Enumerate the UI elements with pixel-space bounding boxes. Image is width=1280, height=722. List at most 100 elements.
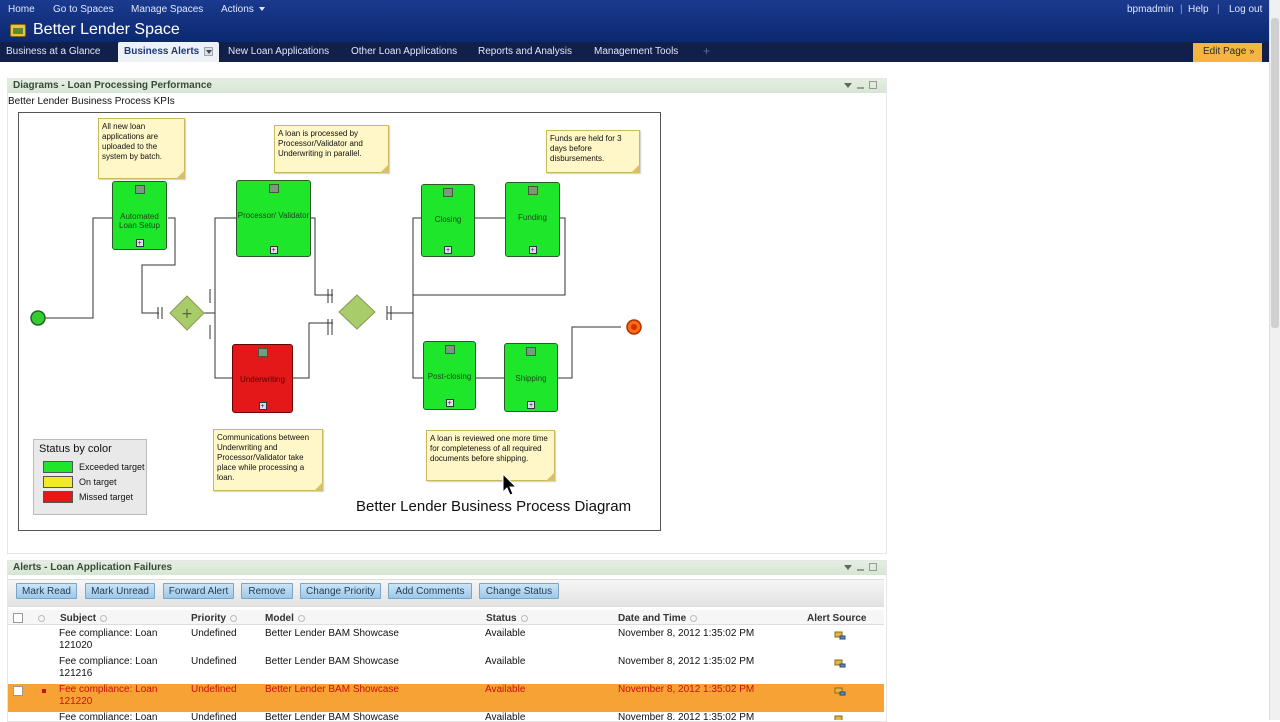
- sort-icon: [520, 614, 528, 622]
- tab-business-at-a-glance[interactable]: Business at a Glance: [0, 42, 107, 62]
- alert-source-column-header[interactable]: Alert Source: [807, 613, 866, 624]
- subject-cell[interactable]: Fee compliance: Loan 121216: [59, 656, 157, 680]
- select-all-checkbox[interactable]: [13, 613, 23, 623]
- task-underwriting[interactable]: Underwriting +: [232, 344, 293, 413]
- table-row-selected[interactable]: Fee compliance: Loan 121220 Undefined Bet…: [8, 684, 884, 712]
- alert-source-icon[interactable]: [834, 714, 846, 720]
- annotation-note: Funds are held for 3 days before disburs…: [546, 130, 640, 173]
- mark-read-button[interactable]: Mark Read: [16, 583, 77, 599]
- task-closing[interactable]: Closing +: [421, 184, 475, 257]
- expand-subprocess-icon[interactable]: +: [445, 399, 454, 407]
- subject-line: 121216: [59, 668, 93, 679]
- task-funding[interactable]: Funding +: [505, 182, 560, 257]
- alert-source-icon[interactable]: [834, 658, 846, 668]
- expand-subprocess-icon[interactable]: +: [527, 401, 535, 409]
- nav-actions-menu[interactable]: Actions: [221, 4, 265, 15]
- portlet-menu-icon[interactable]: [844, 83, 852, 88]
- tab-management-tools[interactable]: Management Tools: [588, 42, 684, 62]
- annotation-note: Communications between Underwriting and …: [213, 429, 323, 491]
- date-cell: November 8, 2012 1:35:02 PM: [618, 656, 755, 667]
- task-shipping[interactable]: Shipping +: [504, 343, 558, 412]
- task-label: Automated Loan Setup: [119, 212, 160, 230]
- forward-alert-button[interactable]: Forward Alert: [163, 583, 234, 599]
- table-row[interactable]: Fee compliance: Loan Undefined Better Le…: [8, 712, 884, 720]
- tab-new-loan-applications[interactable]: New Loan Applications: [222, 42, 335, 62]
- subject-cell[interactable]: Fee compliance: Loan 121220: [59, 684, 157, 708]
- task-label: Post-closing: [427, 372, 472, 381]
- task-label: Shipping: [515, 374, 547, 383]
- portlet-title: Diagrams - Loan Processing Performance: [13, 80, 212, 91]
- space-title: Better Lender Space: [33, 21, 180, 38]
- unread-column-header[interactable]: [34, 613, 45, 624]
- edit-page-button[interactable]: Edit Page»: [1193, 43, 1262, 62]
- change-status-button[interactable]: Change Status: [479, 583, 559, 599]
- table-row[interactable]: Fee compliance: Loan 121020 Undefined Bet…: [8, 628, 884, 656]
- annotation-note: A loan is processed by Processor/Validat…: [274, 125, 389, 173]
- model-column-header[interactable]: Model: [265, 613, 305, 624]
- status-cell: Available: [485, 628, 526, 639]
- gateway-plus-symbol: +: [181, 306, 193, 322]
- help-link[interactable]: Help: [1188, 4, 1209, 15]
- task-processor-validator[interactable]: Processor/ Validator +: [236, 180, 311, 257]
- subject-column-header[interactable]: Subject: [60, 613, 108, 624]
- maximize-icon[interactable]: [869, 563, 877, 571]
- expand-subprocess-icon[interactable]: +: [258, 402, 267, 410]
- task-type-icon: [444, 345, 455, 354]
- minimize-icon[interactable]: [857, 569, 864, 571]
- column-label: Date and Time: [618, 613, 687, 624]
- nav-go-to-spaces-link[interactable]: Go to Spaces: [53, 4, 114, 15]
- alert-source-icon[interactable]: [834, 630, 846, 640]
- priority-cell: Undefined: [191, 712, 237, 720]
- join-gateway-icon: [338, 294, 376, 330]
- minimize-icon[interactable]: [857, 87, 864, 89]
- add-comments-button[interactable]: Add Comments: [388, 583, 472, 599]
- maximize-icon[interactable]: [869, 81, 877, 89]
- alert-source-icon[interactable]: [834, 686, 846, 696]
- nav-home-link[interactable]: Home: [8, 4, 35, 15]
- portlet-menu-icon[interactable]: [844, 565, 852, 570]
- tab-reports-and-analysis[interactable]: Reports and Analysis: [472, 42, 578, 62]
- nav-separator: |: [1180, 4, 1183, 15]
- expand-subprocess-icon[interactable]: +: [269, 246, 278, 254]
- subject-line: Fee compliance: Loan: [59, 684, 158, 695]
- tab-other-loan-applications[interactable]: Other Loan Applications: [345, 42, 463, 62]
- add-tab-icon[interactable]: +: [703, 45, 714, 57]
- legend-title: Status by color: [39, 443, 112, 455]
- task-automated-loan-setup[interactable]: Automated Loan Setup +: [112, 181, 167, 250]
- tab-label: Reports and Analysis: [478, 46, 572, 57]
- mark-unread-button[interactable]: Mark Unread: [85, 583, 155, 599]
- user-name-link[interactable]: bpmadmin: [1127, 4, 1174, 15]
- scrollbar-thumb[interactable]: [1271, 18, 1279, 328]
- nav-manage-spaces-link[interactable]: Manage Spaces: [131, 4, 203, 15]
- subject-cell[interactable]: Fee compliance: Loan 121020: [59, 628, 157, 652]
- change-priority-button[interactable]: Change Priority: [300, 583, 381, 599]
- model-cell: Better Lender BAM Showcase: [265, 628, 399, 639]
- space-folder-icon: [10, 24, 26, 37]
- end-event-inner-icon: [631, 324, 637, 330]
- expand-subprocess-icon[interactable]: +: [444, 246, 452, 254]
- table-row[interactable]: Fee compliance: Loan 121216 Undefined Bet…: [8, 656, 884, 684]
- tab-business-alerts[interactable]: Business Alerts: [118, 42, 220, 62]
- row-checkbox[interactable]: [13, 686, 23, 696]
- legend-swatch-green: [43, 461, 73, 473]
- task-post-closing[interactable]: Post-closing +: [423, 341, 476, 410]
- legend-label: On target: [79, 477, 117, 487]
- remove-button[interactable]: Remove: [241, 583, 293, 599]
- legend-label: Missed target: [79, 492, 134, 502]
- subject-cell[interactable]: Fee compliance: Loan: [59, 712, 157, 720]
- priority-column-header[interactable]: Priority: [191, 613, 238, 624]
- page-scrollbar[interactable]: [1269, 0, 1280, 720]
- expand-subprocess-icon[interactable]: +: [135, 239, 144, 247]
- column-label: Alert Source: [807, 613, 867, 624]
- status-column-header[interactable]: Status: [486, 613, 528, 624]
- sort-icon: [297, 614, 305, 622]
- chevron-down-icon: »: [1249, 46, 1255, 56]
- tab-menu-dropdown-icon[interactable]: [204, 46, 214, 56]
- logout-link[interactable]: Log out: [1229, 4, 1262, 15]
- date-cell: November 8, 2012 1:35:02 PM: [618, 712, 755, 720]
- tab-label: Other Loan Applications: [351, 46, 458, 57]
- expand-subprocess-icon[interactable]: +: [528, 246, 537, 254]
- start-event-icon: [30, 310, 46, 326]
- task-type-icon: [134, 185, 145, 194]
- date-column-header[interactable]: Date and Time: [618, 613, 698, 624]
